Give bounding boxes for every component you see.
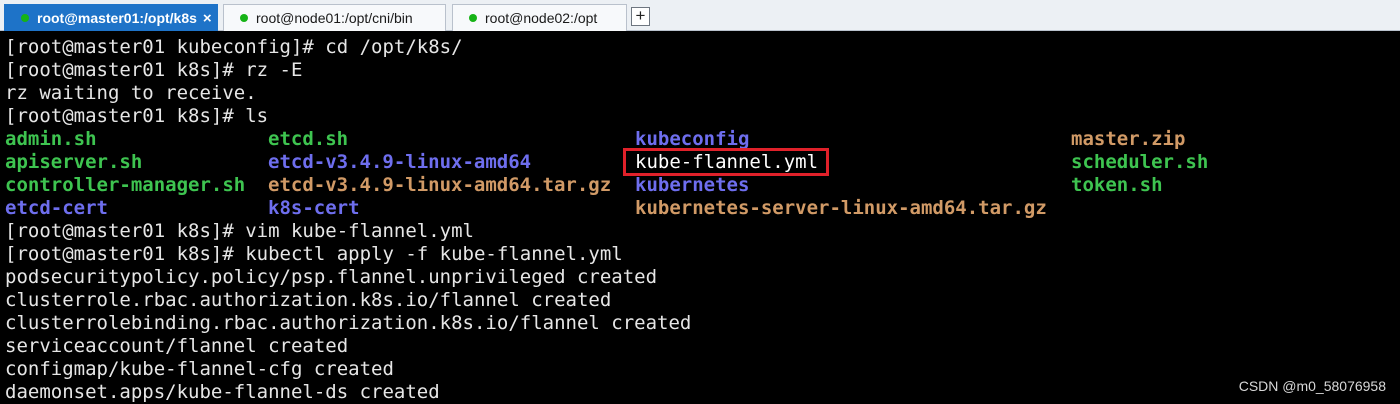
ls-entry: apiserver.sh [5, 151, 143, 173]
connection-status-icon [240, 14, 248, 22]
terminal-line: [root@master01 k8s]# kubectl apply -f ku… [5, 243, 623, 265]
ls-entry: etcd-v3.4.9-linux-amd64.tar.gz [268, 174, 612, 196]
connection-status-icon [21, 14, 29, 22]
tab-master01[interactable]: root@master01:/opt/k8s × [4, 4, 218, 31]
tab-node01[interactable]: root@node01:/opt/cni/bin [223, 4, 446, 31]
ls-entry: k8s-cert [268, 197, 360, 219]
tab-label: root@master01:/opt/k8s [37, 10, 197, 26]
tab-bar: root@master01:/opt/k8s × root@node01:/op… [0, 0, 1400, 31]
terminal-line: [root@master01 kubeconfig]# cd /opt/k8s/ [5, 36, 463, 58]
terminal-line: configmap/kube-flannel-cfg created [5, 358, 394, 380]
terminal-line: podsecuritypolicy.policy/psp.flannel.unp… [5, 266, 658, 288]
ls-entry: controller-manager.sh [5, 174, 246, 196]
ls-entry: etcd-cert [5, 197, 108, 219]
terminal-line: [root@master01 k8s]# ls [5, 105, 269, 127]
ls-entry: etcd-v3.4.9-linux-amd64 [268, 151, 532, 173]
ls-entry: kubernetes [635, 174, 750, 196]
terminal-line: serviceaccount/flannel created [5, 335, 349, 357]
terminal-line: clusterrolebinding.rbac.authorization.k8… [5, 312, 692, 334]
terminal-line: daemonset.apps/kube-flannel-ds created [5, 381, 440, 403]
tab-node02[interactable]: root@node02:/opt [452, 4, 627, 31]
terminal-line: rz waiting to receive. [5, 82, 257, 104]
tab-label: root@node02:/opt [485, 10, 598, 26]
add-tab-button[interactable]: + [631, 7, 650, 26]
ls-entry: etcd.sh [268, 128, 349, 150]
terminal-line: clusterrole.rbac.authorization.k8s.io/fl… [5, 289, 612, 311]
ls-entry: token.sh [1071, 174, 1163, 196]
ls-entry: kubernetes-server-linux-amd64.tar.gz [635, 197, 1047, 219]
ls-entry: scheduler.sh [1071, 151, 1209, 173]
ls-entry: admin.sh [5, 128, 97, 150]
tab-label: root@node01:/opt/cni/bin [256, 10, 413, 26]
connection-status-icon [469, 14, 477, 22]
ls-entry: master.zip [1071, 128, 1186, 150]
highlight-box [623, 148, 829, 176]
terminal-output[interactable]: [root@master01 kubeconfig]# cd /opt/k8s/… [0, 31, 1400, 404]
terminal-line: [root@master01 k8s]# vim kube-flannel.ym… [5, 220, 474, 242]
terminal-line: [root@master01 k8s]# rz -E [5, 59, 303, 81]
close-icon[interactable]: × [203, 10, 212, 27]
watermark: CSDN @m0_58076958 [1238, 378, 1386, 394]
